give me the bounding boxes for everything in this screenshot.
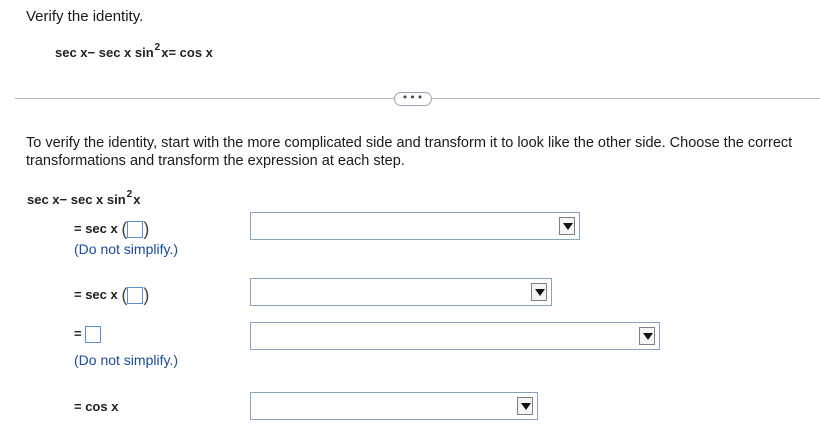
step-1-expression: = sec x () — [74, 219, 149, 240]
identity-lhs: sec x− sec x sin — [55, 45, 154, 60]
step-3-transformation-select[interactable] — [250, 322, 660, 350]
step-2-transformation-select[interactable] — [250, 278, 552, 306]
step-4-prefix: = cos x — [74, 399, 119, 414]
dropdown-arrow-icon[interactable] — [559, 217, 575, 235]
step-4-transformation-select[interactable] — [250, 392, 538, 420]
identity-expression: sec x− sec x sin2x= cos x — [55, 42, 213, 60]
step-2-answer-blank[interactable] — [127, 287, 144, 304]
close-paren: ) — [143, 285, 150, 305]
step-1-note: (Do not simplify.) — [74, 241, 178, 257]
question-prompt: Verify the identity. — [26, 8, 144, 25]
step-3-prefix: = — [74, 326, 82, 341]
expand-more-button[interactable]: ••• — [394, 92, 432, 106]
start-expression: sec x− sec x sin2x — [27, 189, 141, 207]
dropdown-arrow-icon[interactable] — [517, 397, 533, 415]
step-2-prefix: = sec x — [74, 286, 118, 302]
close-paren: ) — [143, 219, 150, 239]
instructions-text: To verify the identity, start with the m… — [26, 135, 793, 169]
start-expression-tail: x — [133, 192, 141, 207]
dropdown-arrow-icon[interactable] — [531, 283, 547, 301]
step-4-expression: = cos x — [74, 399, 118, 414]
step-3-expression: = — [74, 326, 102, 344]
step-2-expression: = sec x () — [74, 285, 149, 306]
dropdown-arrow-icon[interactable] — [639, 327, 655, 345]
step-3-note: (Do not simplify.) — [74, 352, 178, 368]
step-1-answer-blank[interactable] — [127, 221, 144, 238]
step-1-prefix: = sec x — [74, 220, 118, 236]
identity-rhs: x= cos x — [161, 45, 213, 60]
start-expression-exponent: 2 — [126, 189, 133, 200]
step-3-answer-blank[interactable] — [85, 326, 102, 344]
step-1-transformation-select[interactable] — [250, 212, 580, 240]
identity-exponent: 2 — [154, 42, 161, 53]
start-expression-base: sec x− sec x sin — [27, 192, 126, 207]
